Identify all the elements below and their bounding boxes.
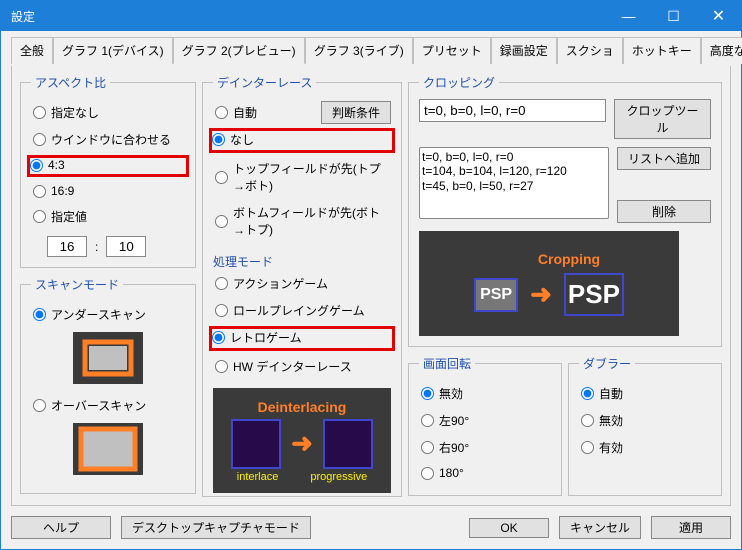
crop-current-input[interactable]: [419, 99, 606, 122]
fieldset-rotate: 画面回転 無効 左90° 右90° 180°: [408, 355, 562, 496]
fieldset-scan: スキャンモード アンダースキャン オーバースキャン: [20, 276, 196, 494]
aspect-none[interactable]: 指定なし: [31, 99, 185, 126]
tab-スクショ[interactable]: スクショ: [557, 37, 623, 64]
legend-scan: スキャンモード: [31, 276, 123, 293]
crop-list[interactable]: t=0, b=0, l=0, r=0t=104, b=104, l=120, r…: [419, 147, 609, 219]
mode-rpg[interactable]: ロールプレイングゲーム: [213, 297, 391, 324]
tab-strip: 全般グラフ 1(デバイス)グラフ 2(プレビュー)グラフ 3(ライブ)プリセット…: [11, 37, 731, 64]
crop-list-item[interactable]: t=45, b=0, l=50, r=27: [422, 179, 606, 193]
mode-retro[interactable]: レトロゲーム: [209, 326, 395, 351]
legend-aspect: アスペクト比: [31, 74, 110, 91]
column-deinterlace: デインターレース 自動 判断条件 なし トップフィールドが先(トプ→ボト) ボト…: [202, 74, 402, 497]
aspect-169[interactable]: 16:9: [31, 179, 185, 203]
titlebar: 設定 — ☐ ✕: [1, 1, 741, 31]
fieldset-cropping: クロッピング クロップツール t=0, b=0, l=0, r=0t=104, …: [408, 74, 722, 347]
scan-under[interactable]: アンダースキャン: [31, 301, 185, 328]
fieldset-doubler: ダブラー 自動 無効 有効: [568, 355, 722, 496]
deint-auto[interactable]: 自動: [213, 99, 313, 126]
mode-action[interactable]: アクションゲーム: [213, 270, 391, 297]
tab-ホットキー[interactable]: ホットキー: [623, 37, 701, 64]
doubler-none[interactable]: 無効: [579, 407, 711, 434]
fieldset-deinterlace: デインターレース 自動 判断条件 なし トップフィールドが先(トプ→ボト) ボト…: [202, 74, 402, 497]
aspect-separator: :: [95, 240, 98, 254]
window-title: 設定: [11, 8, 35, 25]
moon-progressive-icon: [323, 419, 373, 469]
overscan-icon: [73, 423, 143, 475]
column-cropping: クロッピング クロップツール t=0, b=0, l=0, r=0t=104, …: [408, 74, 722, 497]
mode-hw[interactable]: HW デインターレース: [213, 353, 391, 380]
content-area: 全般グラフ 1(デバイス)グラフ 2(プレビュー)グラフ 3(ライブ)プリセット…: [1, 31, 741, 512]
tab-グラフ 1(デバイス)[interactable]: グラフ 1(デバイス): [53, 37, 173, 64]
arrow-icon: ➜: [530, 279, 552, 310]
close-button[interactable]: ✕: [696, 1, 741, 31]
aspect-custom-inputs: :: [47, 236, 185, 257]
minimize-button[interactable]: —: [606, 1, 651, 31]
maximize-button[interactable]: ☐: [651, 1, 696, 31]
apply-button[interactable]: 適用: [651, 516, 731, 539]
aspect-window[interactable]: ウインドウに合わせる: [31, 126, 185, 153]
rotate-left90[interactable]: 左90°: [419, 407, 551, 434]
psp-small-icon: PSP: [474, 278, 518, 312]
cropping-graphic: Cropping PSP ➜ PSP: [419, 231, 679, 336]
aspect-value[interactable]: 指定値: [31, 203, 185, 230]
tab-全般[interactable]: 全般: [11, 37, 53, 64]
psp-big-icon: PSP: [564, 273, 624, 316]
rotate-none[interactable]: 無効: [419, 380, 551, 407]
crop-list-item[interactable]: t=0, b=0, l=0, r=0: [422, 150, 606, 164]
underscan-icon: [73, 332, 143, 384]
scan-over[interactable]: オーバースキャン: [31, 392, 185, 419]
rotate-right90[interactable]: 右90°: [419, 434, 551, 461]
rotate-180[interactable]: 180°: [419, 461, 551, 485]
help-button[interactable]: ヘルプ: [11, 516, 111, 539]
legend-doubler: ダブラー: [579, 355, 635, 372]
deinterlace-graphic: Deinterlacing ➜ interlaceprogressive: [213, 388, 391, 493]
arrow-icon: ➜: [291, 428, 313, 459]
aspect-43[interactable]: 4:3: [27, 155, 189, 177]
legend-rotate: 画面回転: [419, 355, 475, 372]
crop-delete-button[interactable]: 削除: [617, 200, 711, 223]
judge-button[interactable]: 判断条件: [321, 101, 391, 124]
aspect-width-input[interactable]: [47, 236, 87, 257]
legend-deinterlace: デインターレース: [213, 74, 316, 91]
cancel-button[interactable]: キャンセル: [559, 516, 641, 539]
column-aspect-scan: アスペクト比 指定なし ウインドウに合わせる 4:3 16:9 指定値 : スキ…: [20, 74, 196, 497]
tab-グラフ 3(ライブ)[interactable]: グラフ 3(ライブ): [305, 37, 413, 64]
settings-window: 設定 — ☐ ✕ 全般グラフ 1(デバイス)グラフ 2(プレビュー)グラフ 3(…: [0, 0, 742, 550]
tab-録画設定[interactable]: 録画設定: [491, 37, 557, 64]
doubler-on[interactable]: 有効: [579, 434, 711, 461]
doubler-auto[interactable]: 自動: [579, 380, 711, 407]
desktop-capture-button[interactable]: デスクトップキャプチャモード: [121, 516, 311, 539]
aspect-height-input[interactable]: [106, 236, 146, 257]
tab-プリセット[interactable]: プリセット: [413, 37, 491, 64]
fieldset-aspect: アスペクト比 指定なし ウインドウに合わせる 4:3 16:9 指定値 :: [20, 74, 196, 268]
legend-cropping: クロッピング: [419, 74, 499, 91]
tab-panel: アスペクト比 指定なし ウインドウに合わせる 4:3 16:9 指定値 : スキ…: [11, 66, 731, 506]
mode-legend: 処理モード: [213, 253, 391, 270]
tab-高度な設定[interactable]: 高度な設定: [701, 37, 742, 64]
deint-bottom[interactable]: ボトムフィールドが先(ボト→トプ): [213, 199, 391, 243]
crop-add-button[interactable]: リストへ追加: [617, 147, 711, 170]
moon-interlace-icon: [231, 419, 281, 469]
ok-button[interactable]: OK: [469, 518, 549, 538]
crop-list-item[interactable]: t=104, b=104, l=120, r=120: [422, 164, 606, 178]
footer: ヘルプ デスクトップキャプチャモード OK キャンセル 適用: [1, 512, 741, 549]
deint-top[interactable]: トップフィールドが先(トプ→ボト): [213, 155, 391, 199]
tab-グラフ 2(プレビュー)[interactable]: グラフ 2(プレビュー): [173, 37, 305, 64]
bottom-row: 画面回転 無効 左90° 右90° 180° ダブラー 自動 無効 有効: [408, 355, 722, 504]
deint-none[interactable]: なし: [209, 128, 395, 153]
crop-tool-button[interactable]: クロップツール: [614, 99, 711, 139]
